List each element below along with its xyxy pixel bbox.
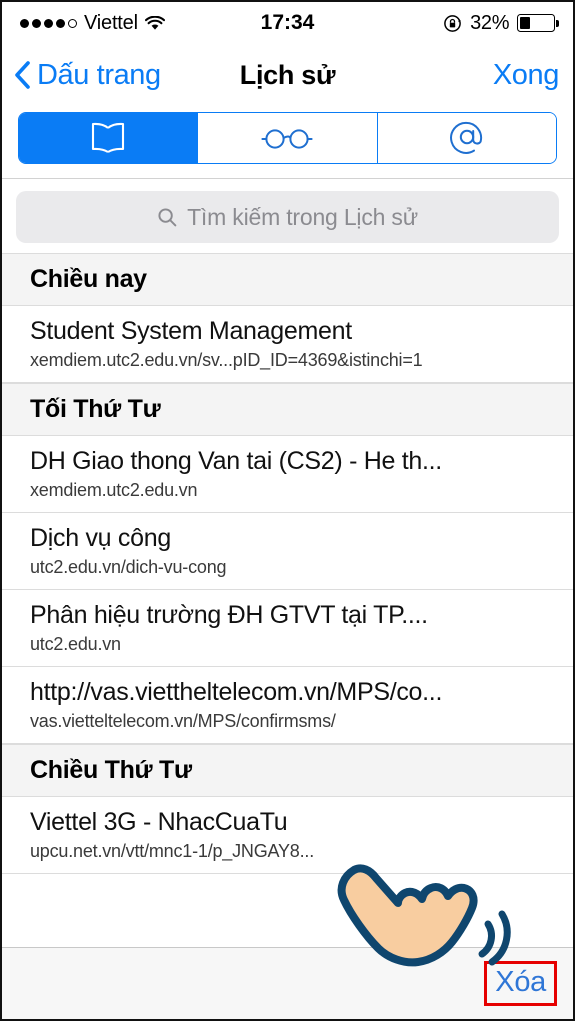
phone-screen: Viettel 17:34 32% Dấu trang Lịch sử Xong… — [0, 0, 575, 1021]
section-header: Chiều nay — [2, 253, 573, 306]
at-sign-icon — [448, 119, 486, 157]
segmented-control-container — [2, 106, 573, 179]
signal-dot — [20, 18, 29, 28]
search-icon — [157, 207, 177, 227]
history-row-url: xemdiem.utc2.edu.vn — [30, 479, 198, 500]
status-bar: Viettel 17:34 32% — [2, 2, 573, 44]
history-row-url: utc2.edu.vn/dich-vu-cong — [30, 556, 227, 577]
segmented-control[interactable] — [18, 112, 557, 164]
signal-dot — [56, 18, 65, 28]
history-row-url: vas.vietteltelecom.vn/MPS/confirmsms/ — [30, 710, 336, 731]
done-button[interactable]: Xong — [493, 59, 560, 92]
history-row[interactable]: Dịch vụ công utc2.edu.vn/dich-vu-cong — [2, 512, 573, 590]
history-row-url: utc2.edu.vn — [30, 633, 121, 654]
history-row[interactable]: DH Giao thong Van tai (CS2) - He th... x… — [2, 435, 573, 513]
signal-strength-dots — [20, 18, 77, 28]
glasses-icon — [256, 123, 318, 153]
status-bar-right: 32% — [443, 12, 559, 35]
bottom-toolbar: Xóa — [2, 947, 573, 1019]
delete-button-highlight: Xóa — [484, 961, 557, 1006]
history-row[interactable]: Student System Management xemdiem.utc2.e… — [2, 306, 573, 383]
carrier-label: Viettel — [84, 11, 138, 34]
tab-reading-list[interactable] — [198, 113, 378, 163]
history-row-title: Dịch vụ công — [30, 523, 171, 552]
back-to-bookmarks-button[interactable]: Dấu trang — [14, 59, 161, 92]
tab-shared-links[interactable] — [377, 113, 556, 163]
back-button-label: Dấu trang — [37, 58, 161, 91]
history-row-title: DH Giao thong Van tai (CS2) - He th... — [30, 446, 442, 475]
rotation-lock-icon — [443, 14, 462, 33]
status-bar-left: Viettel — [20, 12, 165, 35]
search-input[interactable]: Tìm kiếm trong Lịch sử — [16, 191, 559, 243]
clock-label: 17:34 — [260, 11, 315, 34]
book-icon — [86, 121, 130, 155]
history-row-title: Phân hiệu trường ĐH GTVT tại TP.... — [30, 600, 428, 629]
signal-dot — [44, 18, 53, 28]
search-placeholder: Tìm kiếm trong Lịch sử — [187, 203, 418, 230]
history-list[interactable]: Chiều nay Student System Management xemd… — [2, 253, 573, 947]
tab-bookmarks[interactable] — [19, 113, 199, 163]
history-row-title: Student System Management — [30, 317, 352, 345]
history-row[interactable]: http://vas.viettheltelecom.vn/MPS/co... … — [2, 666, 573, 744]
wifi-icon — [144, 15, 165, 31]
history-row-title: Viettel 3G - NhacCuaTu — [30, 807, 288, 836]
battery-percent-label: 32% — [470, 11, 510, 34]
search-container: Tìm kiếm trong Lịch sử — [2, 179, 573, 253]
history-row[interactable]: Phân hiệu trường ĐH GTVT tại TP.... utc2… — [2, 589, 573, 667]
history-row-url: upcu.net.vn/vtt/mnc1-1/p_JNGAY8... — [30, 840, 315, 861]
battery-icon — [517, 14, 559, 32]
signal-dot — [32, 18, 41, 28]
section-header: Tối Thứ Tư — [2, 382, 573, 436]
chevron-left-icon — [14, 61, 31, 89]
section-header: Chiều Thứ Tư — [2, 743, 573, 797]
delete-button[interactable]: Xóa — [495, 966, 546, 999]
history-row-url: xemdiem.utc2.edu.vn/sv...pID_ID=4369&ist… — [30, 350, 423, 370]
history-row-title: http://vas.viettheltelecom.vn/MPS/co... — [30, 677, 443, 706]
history-row[interactable]: Viettel 3G - NhacCuaTu upcu.net.vn/vtt/m… — [2, 796, 573, 874]
signal-dot-empty — [68, 18, 77, 28]
navigation-bar: Dấu trang Lịch sử Xong — [2, 44, 573, 106]
